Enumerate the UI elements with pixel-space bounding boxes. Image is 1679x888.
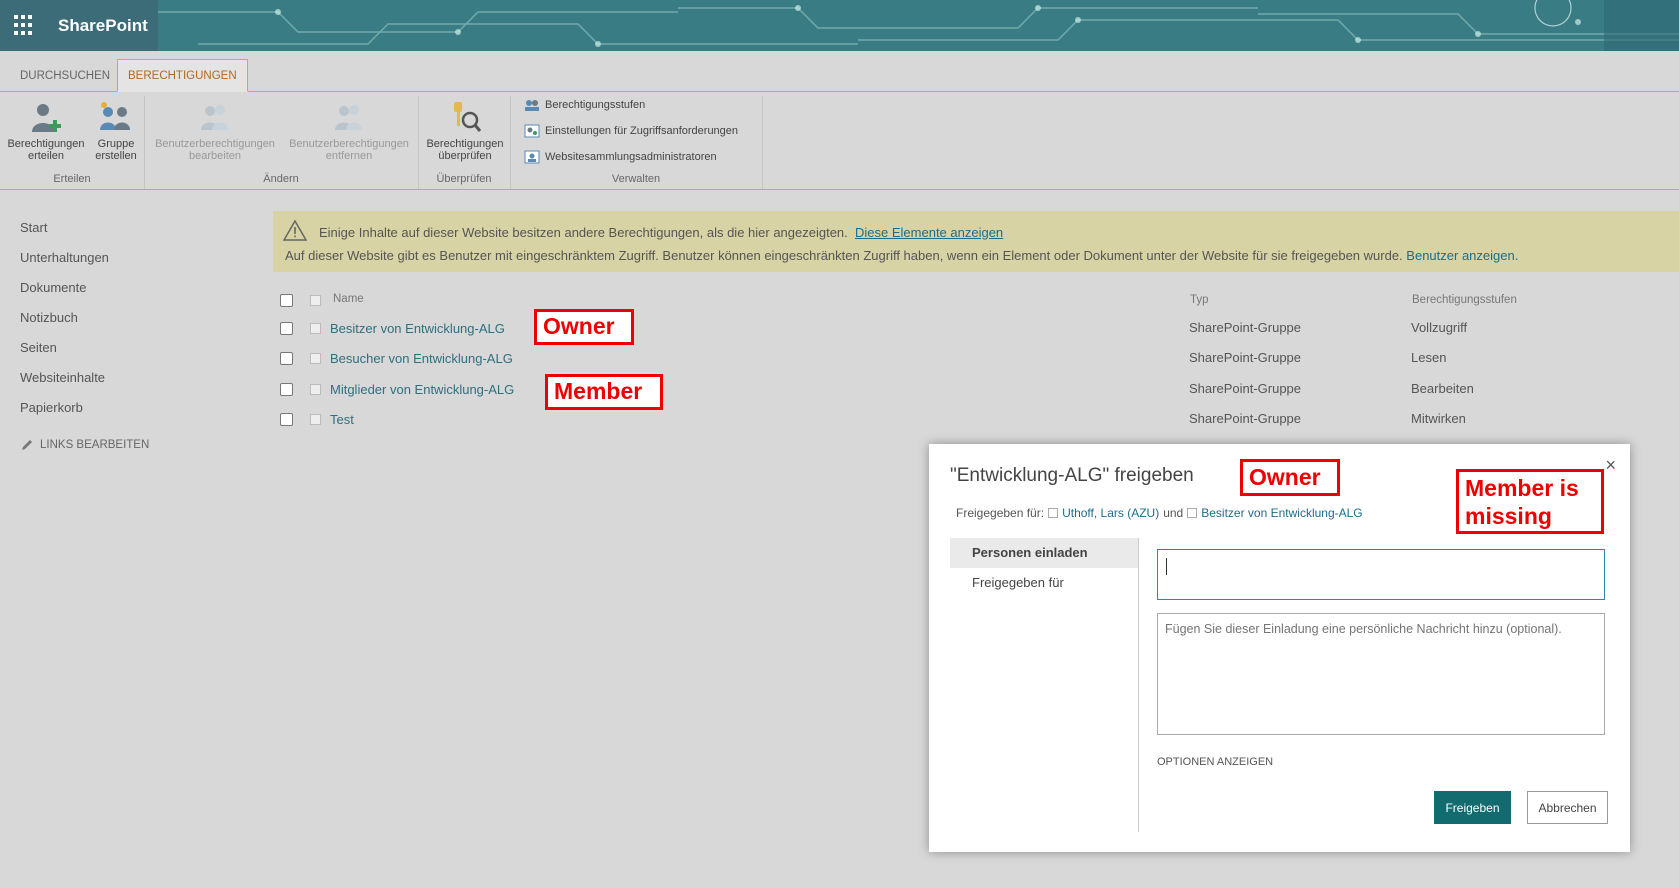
tab-durchsuchen[interactable]: DURCHSUCHEN bbox=[10, 60, 120, 90]
grant-permissions-icon bbox=[32, 104, 61, 132]
dialog-owner-callout: Owner bbox=[1240, 459, 1340, 496]
ribbon-tabs: DURCHSUCHEN BERECHTIGUNGEN bbox=[0, 59, 1679, 92]
warning-line-1: Einige Inhalte auf dieser Website besitz… bbox=[319, 225, 1004, 240]
nav-item-websiteinhalte[interactable]: Websiteinhalte bbox=[20, 370, 149, 400]
ribbon-group-ueberpruefen: Berechtigungen überprüfen Überprüfen bbox=[418, 96, 511, 189]
group-presence-icon bbox=[1187, 508, 1198, 518]
ribbon-group-aendern: Benutzerberechtigungen bearbeiten Benutz… bbox=[144, 96, 419, 189]
circuit-banner-image bbox=[158, 0, 1679, 51]
pencil-icon bbox=[22, 440, 32, 450]
invite-people-input[interactable] bbox=[1157, 549, 1605, 600]
group-type: SharePoint-Gruppe bbox=[1189, 320, 1302, 335]
row-checkbox[interactable] bbox=[280, 413, 293, 426]
cancel-button[interactable]: Abbrechen bbox=[1527, 791, 1608, 824]
shared-with-line: Freigegeben für: Uthoff, Lars (AZU) und … bbox=[956, 506, 1363, 520]
warning-line-2: Auf dieser Website gibt es Benutzer mit … bbox=[285, 248, 1519, 263]
edit-permissions-icon bbox=[201, 105, 228, 130]
check-permissions-button[interactable]: Berechtigungen überprüfen bbox=[422, 100, 508, 162]
show-items-link[interactable]: Diese Elemente anzeigen bbox=[855, 225, 1003, 240]
access-request-icon bbox=[524, 124, 540, 138]
share-button[interactable]: Freigeben bbox=[1434, 791, 1511, 824]
permission-level: Mitwirken bbox=[1411, 411, 1466, 426]
ribbon: Berechtigungen erteilen Gruppe erstellen… bbox=[0, 92, 1679, 190]
permission-levels-link[interactable]: Berechtigungsstufen bbox=[524, 98, 645, 112]
shared-user-link[interactable]: Uthoff, Lars (AZU) bbox=[1062, 506, 1159, 520]
site-admins-icon bbox=[524, 150, 540, 164]
member-callout: Member bbox=[545, 374, 663, 410]
tab-berechtigungen[interactable]: BERECHTIGUNGEN bbox=[117, 59, 248, 92]
row-checkbox[interactable] bbox=[280, 352, 293, 365]
permission-levels-icon bbox=[525, 100, 539, 111]
group-type: SharePoint-Gruppe bbox=[1189, 350, 1302, 365]
edit-links-button[interactable]: LINKS BEARBEITEN bbox=[20, 438, 149, 452]
brand-area: SharePoint bbox=[0, 0, 158, 51]
check-permissions-icon bbox=[454, 102, 482, 132]
remove-permissions-icon bbox=[335, 105, 362, 130]
app-title[interactable]: SharePoint bbox=[58, 16, 148, 36]
create-group-icon bbox=[100, 102, 130, 130]
row-type-icon bbox=[310, 384, 321, 395]
nav-item-papierkorb[interactable]: Papierkorb bbox=[20, 400, 149, 430]
dialog-title: "Entwicklung-ALG" freigeben bbox=[950, 465, 1194, 486]
permission-level: Bearbeiten bbox=[1411, 381, 1474, 396]
nav-item-notizbuch[interactable]: Notizbuch bbox=[20, 310, 149, 340]
nav-item-unterhaltungen[interactable]: Unterhaltungen bbox=[20, 250, 149, 280]
site-collection-admins-link[interactable]: Websitesammlungsadministratoren bbox=[524, 150, 717, 164]
group-label-verwalten: Verwalten bbox=[611, 173, 661, 185]
group-type: SharePoint-Gruppe bbox=[1189, 411, 1302, 426]
user-presence-icon bbox=[1048, 508, 1059, 518]
group-label-erteilen: Erteilen bbox=[53, 173, 91, 185]
close-icon[interactable]: × bbox=[1605, 455, 1616, 476]
suite-bar: SharePoint bbox=[0, 0, 1679, 51]
nav-item-seiten[interactable]: Seiten bbox=[20, 340, 149, 370]
show-options-link[interactable]: OPTIONEN ANZEIGEN bbox=[1157, 756, 1273, 768]
header-type-icon bbox=[310, 295, 321, 306]
grant-permissions-button[interactable]: Berechtigungen erteilen bbox=[4, 100, 88, 162]
group-label-aendern: Ändern bbox=[263, 173, 299, 185]
show-users-link[interactable]: Benutzer anzeigen. bbox=[1406, 248, 1518, 263]
column-header-name[interactable]: Name bbox=[333, 293, 364, 305]
permission-level: Vollzugriff bbox=[1411, 320, 1468, 335]
group-label-ueberpruefen: Überprüfen bbox=[436, 173, 492, 185]
ribbon-group-erteilen: Berechtigungen erteilen Gruppe erstellen… bbox=[0, 96, 145, 189]
owner-callout: Owner bbox=[534, 309, 634, 345]
group-type: SharePoint-Gruppe bbox=[1189, 381, 1302, 396]
app-launcher-icon[interactable] bbox=[14, 14, 36, 37]
group-name-link[interactable]: Test bbox=[330, 412, 354, 427]
group-name-link[interactable]: Besitzer von Entwicklung-ALG bbox=[330, 321, 505, 336]
member-missing-callout: Member is missing bbox=[1456, 469, 1604, 534]
remove-user-permissions-button[interactable]: Benutzerberechtigungen entfernen bbox=[284, 100, 414, 162]
warning-banner: Einige Inhalte auf dieser Website besitz… bbox=[273, 211, 1679, 272]
access-request-settings-link[interactable]: Einstellungen für Zugriffsanforderungen bbox=[524, 124, 738, 138]
row-type-icon bbox=[310, 414, 321, 425]
left-navigation: Start Unterhaltungen Dokumente Notizbuch… bbox=[20, 220, 149, 452]
edit-user-permissions-button[interactable]: Benutzerberechtigungen bearbeiten bbox=[150, 100, 280, 162]
group-name-link[interactable]: Mitglieder von Entwicklung-ALG bbox=[330, 382, 514, 397]
dialog-tabs: Personen einladen Freigegeben für bbox=[950, 538, 1139, 832]
nav-item-start[interactable]: Start bbox=[20, 220, 149, 250]
group-name-link[interactable]: Besucher von Entwicklung-ALG bbox=[330, 351, 513, 366]
column-header-level[interactable]: Berechtigungsstufen bbox=[1412, 294, 1517, 306]
tab-invite-people[interactable]: Personen einladen bbox=[950, 538, 1138, 568]
column-header-type[interactable]: Typ bbox=[1190, 294, 1209, 306]
permission-level: Lesen bbox=[1411, 350, 1447, 365]
create-group-button[interactable]: Gruppe erstellen bbox=[91, 100, 141, 162]
shared-group-link[interactable]: Besitzer von Entwicklung-ALG bbox=[1201, 506, 1362, 520]
tab-shared-with[interactable]: Freigegeben für bbox=[950, 568, 1138, 598]
row-type-icon bbox=[310, 323, 321, 334]
row-checkbox[interactable] bbox=[280, 383, 293, 396]
row-checkbox[interactable] bbox=[280, 322, 293, 335]
warning-icon bbox=[283, 220, 307, 241]
nav-item-dokumente[interactable]: Dokumente bbox=[20, 280, 149, 310]
select-all-checkbox[interactable] bbox=[280, 294, 293, 307]
row-type-icon bbox=[310, 353, 321, 364]
personal-message-field[interactable] bbox=[1157, 613, 1605, 735]
